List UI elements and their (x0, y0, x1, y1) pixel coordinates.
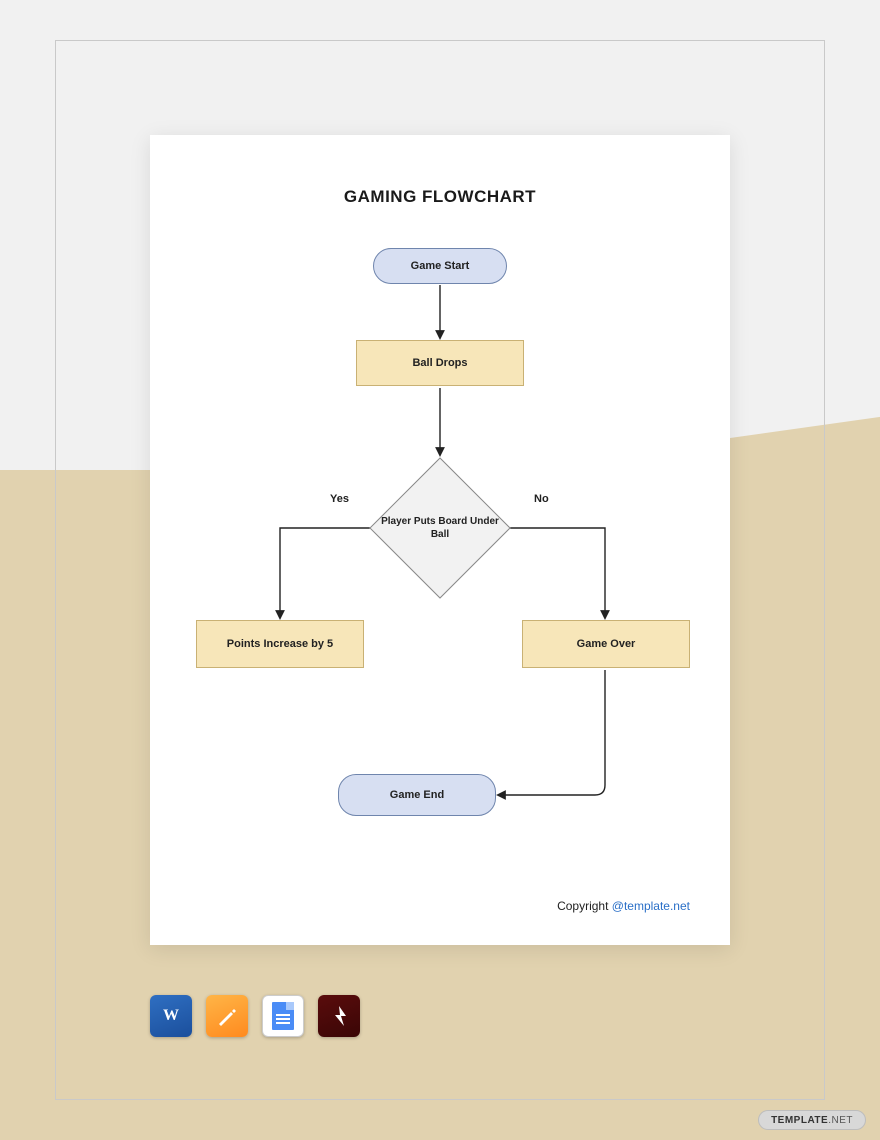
edge-decision-no (510, 528, 605, 618)
copyright-prefix: Copyright (557, 899, 612, 913)
document-page: GAMING FLOWCHART Game Start B (150, 135, 730, 945)
watermark-suffix: .NET (828, 1115, 853, 1126)
node-label: Game Start (411, 259, 470, 273)
node-game-end: Game End (338, 774, 496, 816)
node-game-start: Game Start (373, 248, 507, 284)
edge-label-yes: Yes (330, 493, 349, 505)
node-decision: Player Puts Board Under Ball (370, 458, 510, 598)
pdf-icon[interactable] (318, 995, 360, 1037)
watermark-brand: TEMPLATE (771, 1115, 828, 1126)
node-label: Game Over (577, 637, 636, 651)
node-label: Ball Drops (412, 356, 467, 370)
edge-decision-yes (280, 528, 370, 618)
node-label: Player Puts Board Under Ball (375, 515, 505, 541)
format-icon-row: W (150, 995, 360, 1037)
edge-over-to-end (498, 670, 605, 795)
flowchart-canvas: Game Start Ball Drops Player Puts Board … (150, 230, 730, 880)
copyright-line: Copyright @template.net (557, 899, 690, 913)
watermark-badge: TEMPLATE.NET (758, 1110, 866, 1130)
node-ball-drops: Ball Drops (356, 340, 524, 386)
node-game-over: Game Over (522, 620, 690, 668)
pages-icon[interactable] (206, 995, 248, 1037)
edge-label-no: No (534, 493, 549, 505)
word-icon[interactable]: W (150, 995, 192, 1037)
node-label: Points Increase by 5 (227, 637, 333, 651)
page-title: GAMING FLOWCHART (150, 187, 730, 207)
node-points-increase: Points Increase by 5 (196, 620, 364, 668)
copyright-link[interactable]: @template.net (612, 899, 690, 913)
google-docs-icon[interactable] (262, 995, 304, 1037)
node-label: Game End (390, 788, 444, 802)
